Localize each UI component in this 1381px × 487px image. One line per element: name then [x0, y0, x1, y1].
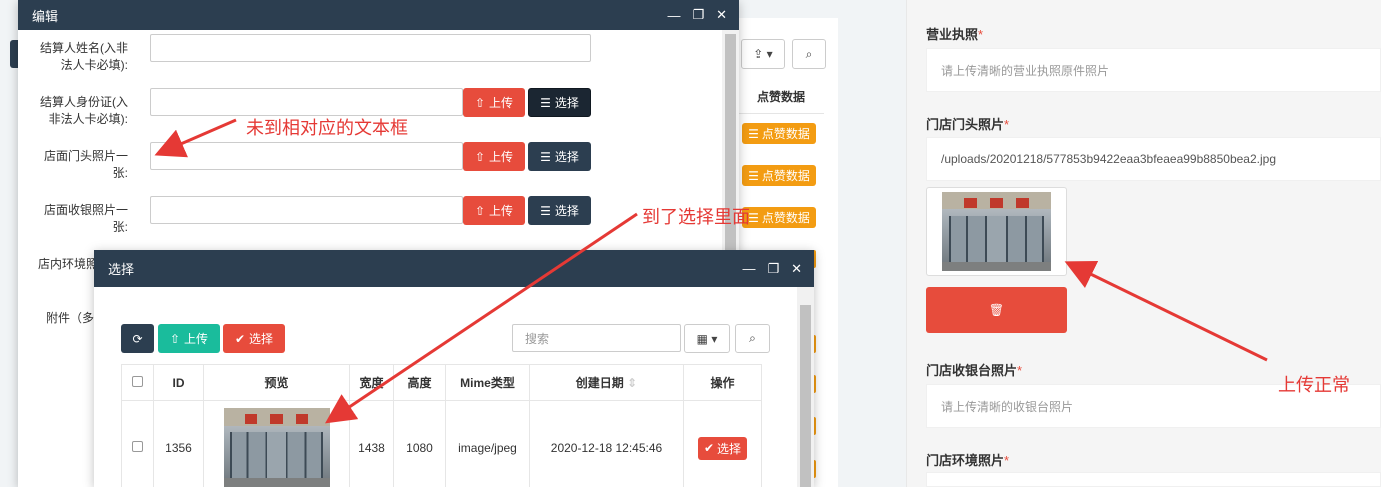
annotation-arrow	[325, 212, 638, 424]
annotation-arrow	[154, 118, 237, 158]
annotation-text-wrong-field: 未到相对应的文本框	[246, 118, 408, 138]
annotation-text-upload-ok: 上传正常	[1278, 375, 1350, 395]
annotation-arrows	[154, 118, 1268, 424]
annotation-text-in-select: 到了选择里面	[642, 207, 750, 227]
annotation-arrow	[1064, 261, 1268, 362]
